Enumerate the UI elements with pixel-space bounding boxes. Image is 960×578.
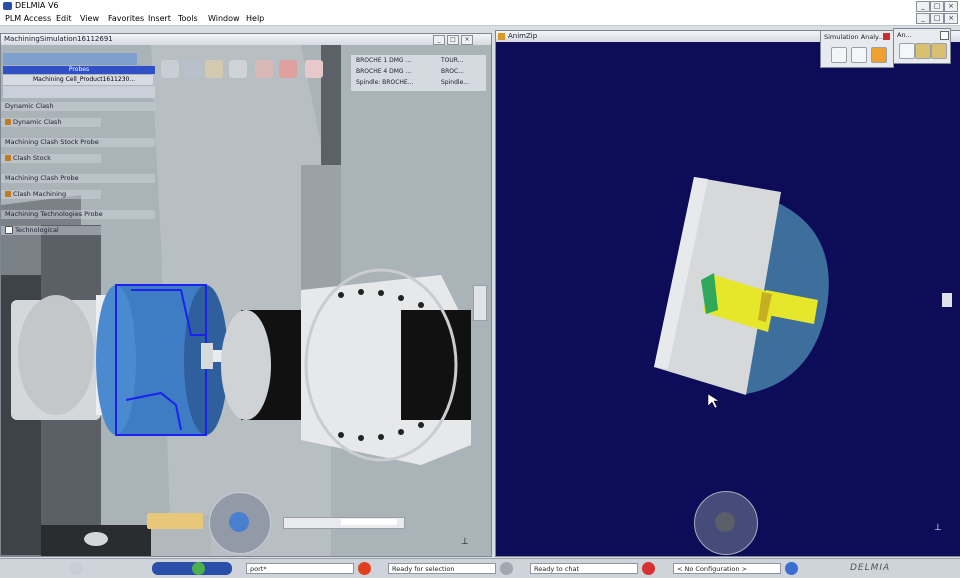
doc-close-button[interactable]: × <box>944 13 958 24</box>
delmia-app-icon <box>3 2 12 10</box>
machining-simulation-window: MachiningSimulation16112691 _ □ × Probes… <box>0 33 492 557</box>
clash-icon <box>5 119 11 125</box>
tree-item-clash-probe[interactable]: Machining Clash Probe <box>1 174 155 183</box>
probes-toolbar-label: Probes <box>3 66 155 74</box>
object-spindle[interactable]: Spindle: BROCHE... <box>356 79 413 86</box>
probe-tool-icon-5[interactable] <box>255 60 273 78</box>
simulation-analysis-title: Simulation Analy... <box>824 33 885 41</box>
selection-status: Ready for selection <box>388 563 496 574</box>
doc-restore-button[interactable]: □ <box>930 13 944 24</box>
player-slider[interactable] <box>341 519 397 525</box>
doc-minimize-button[interactable]: _ <box>916 13 930 24</box>
an-panel-title: An... <box>897 31 912 39</box>
chat-status: Ready to chat <box>530 563 638 574</box>
probe-tool-icon-4[interactable] <box>229 60 247 78</box>
sim-panel-close-icon[interactable] <box>883 33 890 40</box>
tree-item-clash-stock-probe[interactable]: Machining Clash Stock Probe <box>1 138 155 147</box>
left-close-button[interactable]: × <box>461 35 473 45</box>
an-icon-2[interactable] <box>915 43 931 59</box>
menu-edit[interactable]: Edit <box>56 14 72 23</box>
play-icon[interactable] <box>229 512 249 532</box>
probe-tool-icon-1[interactable] <box>161 60 179 78</box>
tree-item-clash-machining[interactable]: Clash Machining <box>1 190 101 199</box>
animzip-3d-viewport[interactable] <box>496 42 960 556</box>
configuration-icon[interactable] <box>642 562 655 575</box>
left-minimize-button[interactable]: _ <box>433 35 445 45</box>
object-broc[interactable]: BROC... <box>441 68 464 75</box>
tree-item-dynamic-clash-probe[interactable]: Dynamic Clash <box>1 102 155 111</box>
object-broche-4[interactable]: BROCHE 4 DMG ... <box>356 68 411 75</box>
menu-window[interactable]: Window <box>208 14 240 23</box>
clash-machining-icon <box>5 191 11 197</box>
menu-view[interactable]: View <box>80 14 99 23</box>
close-button[interactable]: × <box>944 1 958 12</box>
sim-analysis-icon-3[interactable] <box>871 47 887 63</box>
object-spindle-2[interactable]: Spindle... <box>441 79 469 86</box>
an-icon-3[interactable] <box>931 43 947 59</box>
animzip-window: AnimZip ⊥ <box>495 30 960 557</box>
tree-item-dynamic-clash[interactable]: Dynamic Clash <box>1 118 101 127</box>
probe-tool-icon-6[interactable] <box>279 60 297 78</box>
left-window-title: MachiningSimulation16112691 <box>4 35 113 43</box>
right-window-title: AnimZip <box>508 32 538 40</box>
minimize-button[interactable]: _ <box>916 1 930 12</box>
maximize-button[interactable]: □ <box>930 1 944 12</box>
object-tour[interactable]: TOUR... <box>441 57 463 64</box>
probe-tool-strip <box>3 86 155 98</box>
object-broche-1[interactable]: BROCHE 1 DMG ... <box>356 57 411 64</box>
document-icon <box>5 226 13 234</box>
right-play-icon[interactable] <box>715 512 735 532</box>
app-title-bar: DELMIA V6 _ □ × <box>0 0 960 12</box>
clash-stock-icon <box>5 155 11 161</box>
menu-insert[interactable]: Insert <box>148 14 171 23</box>
compass-status-icon <box>70 562 83 575</box>
menu-favorites[interactable]: Favorites <box>108 14 144 23</box>
simulation-tool-strip[interactable] <box>147 513 203 529</box>
probe-tool-icon-7[interactable] <box>305 60 323 78</box>
object-list-panel: BROCHE 1 DMG ... BROCHE 4 DMG ... Spindl… <box>351 55 486 91</box>
green-ball-icon[interactable] <box>192 562 205 575</box>
status-bar: port* Ready for selection Ready to chat … <box>0 558 960 578</box>
tree-item-technological[interactable]: Technological <box>1 226 101 235</box>
menu-plm-access[interactable]: PLM Access <box>5 14 51 23</box>
simulation-analysis-panel: Simulation Analy... <box>820 30 894 68</box>
app-title: DELMIA V6 <box>15 1 59 10</box>
sim-analysis-icon-2[interactable] <box>851 47 867 63</box>
sim-analysis-icon-1[interactable] <box>831 47 847 63</box>
right-axis-triad-icon: ⊥ <box>934 523 942 533</box>
animzip-icon <box>498 33 505 40</box>
axis-triad-icon: ⊥ <box>461 537 469 547</box>
menu-help[interactable]: Help <box>246 14 264 23</box>
left-3d-viewport[interactable]: Probes Machining Cell_Product1611230... … <box>1 45 491 556</box>
tree-item-clash-stock[interactable]: Clash Stock <box>1 154 101 163</box>
left-restore-button[interactable]: □ <box>447 35 459 45</box>
an-panel: An... <box>893 28 951 64</box>
probe-tool-icon-3[interactable] <box>205 60 223 78</box>
menu-tools[interactable]: Tools <box>178 14 198 23</box>
globe-icon[interactable] <box>785 562 798 575</box>
menu-bar: PLM Access Edit View Favorites Insert To… <box>0 12 960 26</box>
top-icon-strip <box>3 53 137 65</box>
command-input[interactable]: port* <box>246 563 354 574</box>
side-view-toolbar[interactable] <box>473 285 487 321</box>
search-icon[interactable] <box>358 562 371 575</box>
chat-icon[interactable] <box>500 562 513 575</box>
an-icon-1[interactable] <box>899 43 915 59</box>
an-panel-close-icon[interactable] <box>940 31 949 40</box>
right-side-handle[interactable] <box>942 293 952 307</box>
tree-root[interactable]: Machining Cell_Product1611230... <box>3 75 153 85</box>
probe-tool-icon-2[interactable] <box>183 60 201 78</box>
delmia-logo: DELMIA <box>850 563 891 573</box>
tree-item-technologies-probe[interactable]: Machining Technologies Probe <box>1 210 155 219</box>
configuration-select[interactable]: < No Configuration > <box>673 563 781 574</box>
